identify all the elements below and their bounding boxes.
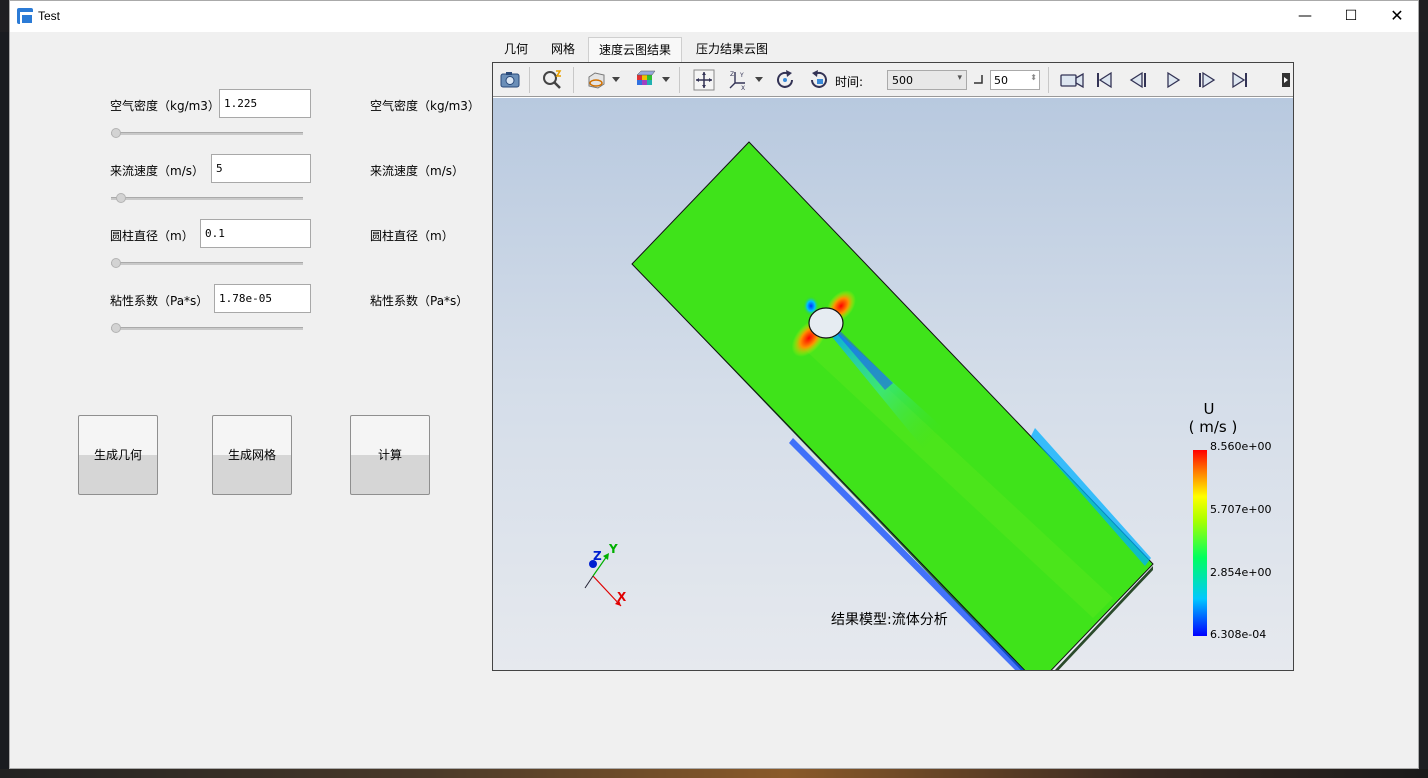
desktop-left-edge — [0, 32, 9, 778]
camera-icon[interactable] — [499, 69, 521, 91]
tab-geometry[interactable]: 几何 — [494, 37, 538, 63]
axis-x-label: X — [617, 590, 627, 604]
legend-tick-min: 6.308e-04 — [1210, 628, 1267, 641]
rotate-icon[interactable] — [774, 69, 796, 91]
air-density-input[interactable]: 1.225 — [219, 89, 311, 118]
toolbar-separator — [573, 67, 574, 93]
time-select[interactable]: 500 — [887, 70, 967, 90]
reset-view-icon[interactable] — [808, 69, 830, 91]
cylinder-diameter-slider[interactable] — [111, 256, 303, 270]
toolbar-separator — [529, 67, 530, 93]
time-label: 时间: — [835, 75, 864, 89]
window-title: Test — [38, 9, 61, 23]
desktop-taskbar-edge — [0, 769, 1428, 778]
chevron-down-icon[interactable] — [755, 77, 763, 83]
tab-pressure-result[interactable]: 压力结果云图 — [686, 37, 778, 63]
desktop-right-edge — [1419, 32, 1428, 778]
step-spinbox[interactable]: 50 — [990, 70, 1040, 90]
toolbar-separator — [679, 67, 680, 93]
generate-geometry-button[interactable]: 生成几何 — [78, 415, 158, 495]
legend-tick-upper: 5.707e+00 — [1210, 503, 1272, 516]
app-window: Test — ☐ ✕ 空气密度（kg/m3） 1.225 空气密度（kg/m3）… — [9, 0, 1419, 769]
legend-colorbar — [1193, 450, 1207, 636]
app-icon — [17, 8, 34, 25]
result-caption: 结果模型:流体分析 — [831, 612, 948, 628]
viscosity-echo: 粘性系数（Pa*s） — [370, 294, 469, 308]
slider-handle[interactable] — [111, 323, 121, 333]
inflow-velocity-echo: 来流速度（m/s） — [370, 164, 464, 178]
step-icon — [974, 75, 983, 84]
legend-title-unit: ( m/s ) — [1188, 418, 1238, 436]
last-frame-icon[interactable] — [1229, 69, 1251, 91]
air-density-echo: 空气密度（kg/m3） — [370, 99, 480, 113]
chevron-down-icon[interactable] — [612, 77, 620, 83]
axis-z-label: Z — [593, 549, 602, 563]
viscosity-slider[interactable] — [111, 321, 303, 335]
maximize-button[interactable]: ☐ — [1328, 1, 1374, 32]
pan-icon[interactable] — [693, 69, 715, 91]
air-density-slider[interactable] — [111, 126, 303, 140]
slider-track — [111, 262, 303, 265]
inflow-velocity-label: 来流速度（m/s） — [110, 164, 204, 178]
svg-text:X: X — [741, 85, 745, 91]
prev-frame-icon[interactable] — [1127, 69, 1149, 91]
zoom-fit-icon[interactable] — [541, 69, 563, 91]
close-button[interactable]: ✕ — [1374, 1, 1420, 32]
svg-text:Z: Z — [730, 71, 734, 78]
result-viewer: ZYX 时间: 500 50 — [492, 62, 1294, 671]
toolbar-separator — [1048, 67, 1049, 93]
minimize-button[interactable]: — — [1282, 1, 1328, 32]
axis-y-label: Y — [608, 542, 618, 556]
air-density-label: 空气密度（kg/m3） — [110, 99, 220, 113]
play-icon[interactable] — [1162, 69, 1184, 91]
inflow-velocity-input[interactable]: 5 — [211, 154, 311, 183]
legend-tick-lower: 2.854e+00 — [1210, 566, 1272, 579]
title-bar[interactable]: Test — ☐ ✕ — [10, 1, 1418, 32]
cylinder-diameter-label: 圆柱直径（m） — [110, 229, 194, 243]
compute-button[interactable]: 计算 — [350, 415, 430, 495]
next-frame-icon[interactable] — [1196, 69, 1218, 91]
more-icon[interactable] — [1279, 69, 1291, 91]
slider-track — [111, 327, 303, 330]
inflow-velocity-slider[interactable] — [111, 191, 303, 205]
tab-mesh[interactable]: 网格 — [541, 37, 585, 63]
svg-text:Y: Y — [739, 72, 744, 79]
generate-mesh-button[interactable]: 生成网格 — [212, 415, 292, 495]
color-cube-icon[interactable] — [634, 69, 656, 91]
slider-handle[interactable] — [116, 193, 127, 203]
slider-handle[interactable] — [111, 258, 121, 268]
slider-handle[interactable] — [111, 128, 121, 138]
cylinder-diameter-input[interactable]: 0.1 — [200, 219, 311, 248]
chevron-down-icon[interactable] — [662, 77, 670, 83]
slider-track — [111, 197, 303, 200]
axes-icon[interactable]: Z YX — [727, 69, 749, 91]
legend-tick-max: 8.560e+00 — [1210, 440, 1272, 453]
viscosity-input[interactable]: 1.78e-05 — [214, 284, 311, 313]
legend-title-variable: U — [1203, 400, 1215, 418]
velocity-contour-plot: X Y Z — [584, 141, 1207, 670]
render-canvas[interactable]: X Y Z U ( m/s ) 8.560e+00 5.707e+00 2.85… — [493, 98, 1293, 670]
slider-track — [111, 132, 303, 135]
tab-velocity-result[interactable]: 速度云图结果 — [588, 37, 683, 63]
record-icon[interactable] — [1059, 69, 1085, 91]
first-frame-icon[interactable] — [1093, 69, 1115, 91]
display-mode-icon[interactable] — [585, 69, 607, 91]
viewer-toolbar: ZYX 时间: 500 50 — [493, 63, 1293, 97]
cylinder-diameter-echo: 圆柱直径（m） — [370, 229, 454, 243]
viscosity-label: 粘性系数（Pa*s） — [110, 294, 209, 308]
